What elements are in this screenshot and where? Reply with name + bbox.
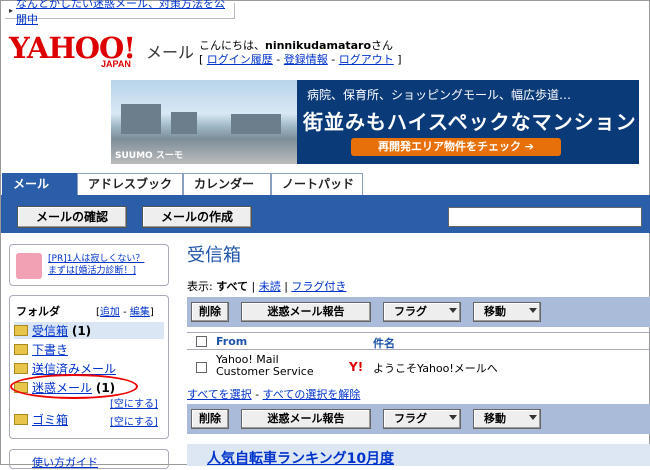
folder-item-drafts[interactable]: 下書き [14,341,68,358]
banner-cta-label: 再開発エリア物件をチェック [377,140,521,153]
folder-title: フォルダ [16,305,60,318]
from-line2: Customer Service [216,365,314,378]
add-folder-link[interactable]: 追加 [100,307,120,318]
yahoo-logo[interactable]: YAHOO! JAPAN [9,33,136,69]
delete-button[interactable]: 削除 [191,409,229,429]
folder-item-inbox[interactable]: 受信箱 (1) [14,322,164,339]
select-all-link[interactable]: すべてを選択 [187,388,252,401]
banner-line1: 病院、保育所、ショッピングモール、幅広歩道… [307,88,572,102]
banner-photo: SUUMO スーモ [111,80,297,164]
action-bar-top: 削除 迷惑メール報告 フラグ 移動 [187,297,650,327]
banner-brand: SUUMO スーモ [115,151,183,161]
highlight-circle [10,374,138,399]
yahoo-icon: Y! [349,360,364,374]
building-shape [171,112,197,134]
delete-button[interactable]: 削除 [191,302,229,322]
search-input[interactable] [448,207,642,227]
move-label: 移動 [484,305,506,318]
col-subject[interactable]: 件名 [373,335,395,351]
guide-link[interactable]: 使い方ガイド [32,456,98,469]
top-notice-link[interactable]: なんとかしたい迷惑メール、対策方法を公開中 [16,0,234,27]
greeting-suffix: さん [371,39,394,52]
chevron-down-icon [529,308,537,313]
action-bar-bottom: 削除 迷惑メール報告 フラグ 移動 [187,404,650,434]
page-title: 受信箱 [187,245,241,266]
chevron-down-icon [449,415,457,420]
filter-flagged[interactable]: フラグ付き [291,280,346,293]
move-label: 移動 [484,412,506,425]
table-row[interactable]: Yahoo! Mail Customer Service Y! ようこそYaho… [187,352,650,384]
move-dropdown[interactable]: 移動 [473,409,541,429]
move-dropdown[interactable]: 移動 [473,302,541,322]
folder-label[interactable]: ゴミ箱 [32,411,68,428]
tab-mail[interactable]: メール [2,173,77,195]
ranking-strip[interactable]: 人気自転車ランキング10月度 [187,444,650,466]
row-subject[interactable]: ようこそYahoo!メールへ [373,360,498,376]
flag-label: フラグ [394,305,427,318]
empty-spam-link[interactable]: [空にする] [110,395,158,410]
chevron-down-icon [449,308,457,313]
check-mail-button[interactable]: メールの確認 [17,206,127,228]
filter-bar: 表示: すべて | 未読 | フラグ付き [187,280,347,293]
guide-box[interactable]: 使い方ガイド [9,449,169,469]
filter-all[interactable]: すべて [216,280,248,293]
report-spam-button[interactable]: 迷惑メール報告 [241,302,371,322]
col-from[interactable]: From [216,335,247,348]
banner-line2: 街並みもハイスペックなマンション [303,110,637,134]
selection-links: すべてを選択 - すべての選択を解除 [187,388,361,401]
folder-panel: フォルダ [追加 - 編集] 受信箱 (1) 下書き 送信済みメール 迷惑メール… [9,295,169,439]
main-tabs: メール アドレスブック カレンダー ノートパッド [1,173,650,195]
folder-label[interactable]: 受信箱 [32,322,68,339]
building-shape [231,114,281,134]
login-history-link[interactable]: ログイン履歴 [207,53,273,66]
select-all-checkbox[interactable] [196,336,207,347]
greeting: こんにちは、ninnikudamataroさん [ ログイン履歴 - 登録情報 … [199,39,402,66]
filter-prefix: 表示: [187,280,213,293]
logout-link[interactable]: ログアウト [339,53,394,66]
folder-count: (1) [71,323,92,338]
folder-icon [14,344,28,355]
tab-addressbook[interactable]: アドレスブック [77,173,183,195]
flag-dropdown[interactable]: フラグ [383,302,461,322]
sidebar-ad[interactable]: [PR]1人は寂しくない？ まずは[婚活力診断！] [9,244,169,286]
table-header: From 件名 [187,332,650,350]
empty-trash-link[interactable]: [空にする] [110,413,158,428]
username: ninnikudamataro [265,39,372,52]
top-notice[interactable]: ▸ なんとかしたい迷惑メール、対策方法を公開中 [5,0,235,26]
folder-icon [14,363,28,374]
row-checkbox[interactable] [196,362,207,373]
clear-selection-link[interactable]: すべての選択を解除 [263,388,361,401]
tab-notepad[interactable]: ノートパッド [271,173,363,195]
ad-line2[interactable]: まずは[婚活力診断！] [48,265,144,277]
folder-label[interactable]: 下書き [32,341,68,358]
folder-icon [14,325,28,336]
banner-cta-button[interactable]: 再開発エリア物件をチェック ➔ [351,138,561,156]
folder-actions: [追加 - 編集] [96,307,154,318]
edit-folder-link[interactable]: 編集 [130,307,150,318]
row-from[interactable]: Yahoo! Mail Customer Service [216,354,314,378]
avatar-icon [16,253,42,279]
chevron-down-icon [529,415,537,420]
trash-icon [14,414,28,425]
report-spam-button[interactable]: 迷惑メール報告 [241,409,371,429]
building-shape [121,104,161,134]
triangle-icon: ▸ [9,6,14,15]
filter-unread[interactable]: 未読 [259,280,281,293]
account-info-link[interactable]: 登録情報 [284,53,328,66]
greeting-prefix: こんにちは、 [199,39,265,52]
ad-line1[interactable]: [PR]1人は寂しくない？ [48,253,144,265]
product-name: メール [146,43,195,62]
compose-button[interactable]: メールの作成 [142,206,252,228]
ranking-link[interactable]: 人気自転車ランキング10月度 [207,451,394,466]
flag-label: フラグ [394,412,427,425]
logo-sub: JAPAN [101,59,131,69]
banner-ad[interactable]: SUUMO スーモ 病院、保育所、ショッピングモール、幅広歩道… 街並みもハイス… [111,80,639,164]
tab-calendar[interactable]: カレンダー [183,173,271,195]
folder-item-trash[interactable]: ゴミ箱 [14,411,68,428]
flag-dropdown[interactable]: フラグ [383,409,461,429]
